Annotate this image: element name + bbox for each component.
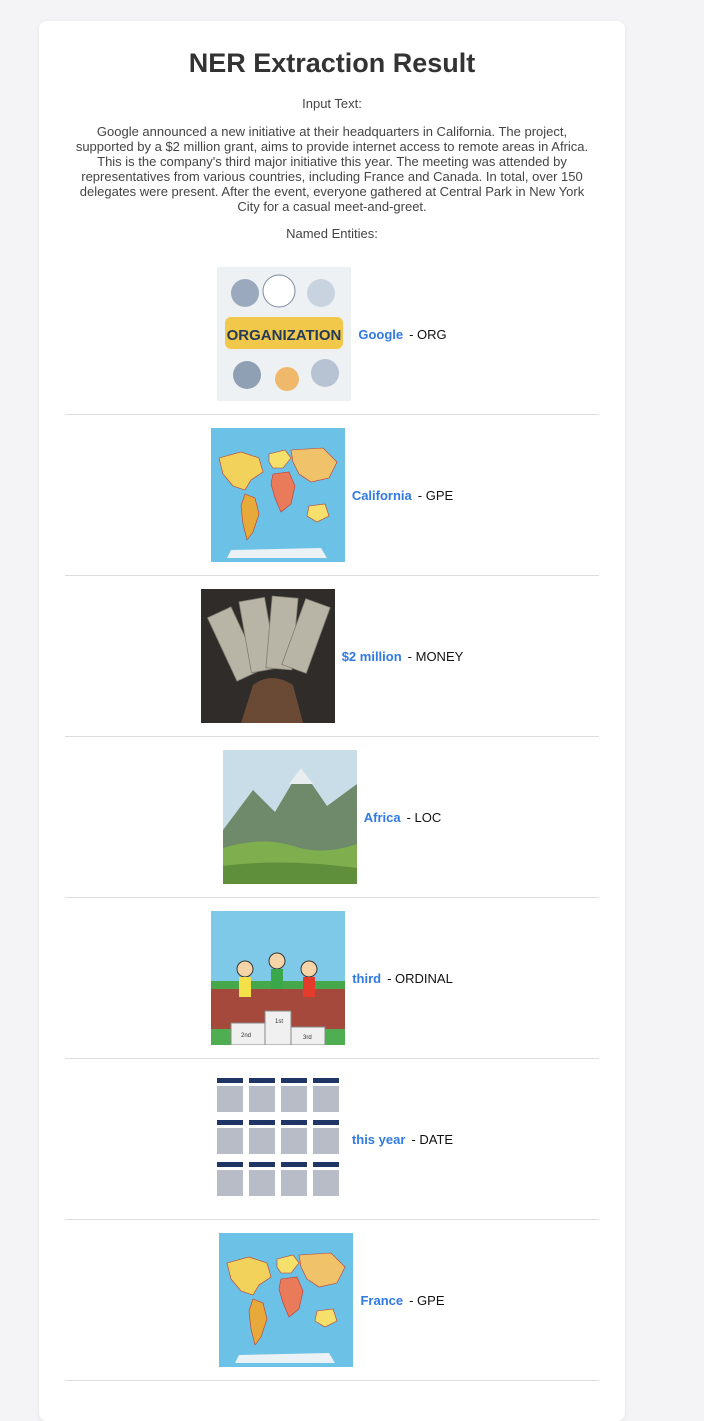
entity-label: - ORG — [409, 326, 447, 342]
page-title: NER Extraction Result — [188, 48, 476, 78]
organization-image: ORGANIZATION — [217, 267, 352, 401]
world-map-image — [219, 1233, 354, 1367]
entity-label: - LOC — [406, 809, 442, 825]
entity-item: ORGANIZATION Google - ORG — [65, 254, 599, 415]
organization-image-text: ORGANIZATION — [227, 327, 342, 344]
entity-item: California - GPE — [65, 415, 599, 576]
input-text-body: Google announced a new initiative at the… — [75, 124, 589, 214]
entity-name[interactable]: this year — [352, 1132, 405, 1147]
calendar-image — [210, 1072, 345, 1206]
entity-name[interactable]: third — [352, 971, 381, 986]
podium-first-text: 1st — [275, 1019, 283, 1025]
entity-item: $2 million - MONEY — [65, 576, 599, 737]
entity-label: - GPE — [409, 1292, 445, 1308]
money-image — [200, 589, 335, 723]
entity-name[interactable]: France — [360, 1293, 403, 1308]
result-card: NER Extraction Result Input Text: Google… — [39, 21, 625, 1421]
input-text-label: Input Text: — [302, 96, 362, 111]
entity-name[interactable]: $2 million — [342, 649, 402, 664]
entity-item: France - GPE — [65, 1220, 599, 1381]
podium-third-text: 3rd — [303, 1035, 312, 1041]
entity-label: - ORDINAL — [387, 970, 453, 986]
entity-label: - DATE — [411, 1131, 454, 1147]
podium-second-text: 2nd — [241, 1033, 251, 1039]
named-entities-label: Named Entities: — [286, 226, 378, 241]
entity-list: ORGANIZATION Google - ORG California - GPE — [65, 254, 599, 1381]
landscape-image — [222, 750, 357, 884]
entity-name[interactable]: California — [352, 488, 412, 503]
entity-name[interactable]: Google — [358, 327, 403, 342]
entity-label: - MONEY — [407, 648, 464, 664]
entity-item: 1st 2nd 3rd third - ORDINAL — [65, 898, 599, 1059]
entity-label: - GPE — [417, 487, 454, 503]
entity-item: this year - DATE — [65, 1059, 599, 1220]
entity-name[interactable]: Africa — [364, 810, 401, 825]
podium-image: 1st 2nd 3rd — [211, 911, 346, 1045]
entity-item: Africa - LOC — [65, 737, 599, 898]
world-map-image — [210, 428, 345, 562]
